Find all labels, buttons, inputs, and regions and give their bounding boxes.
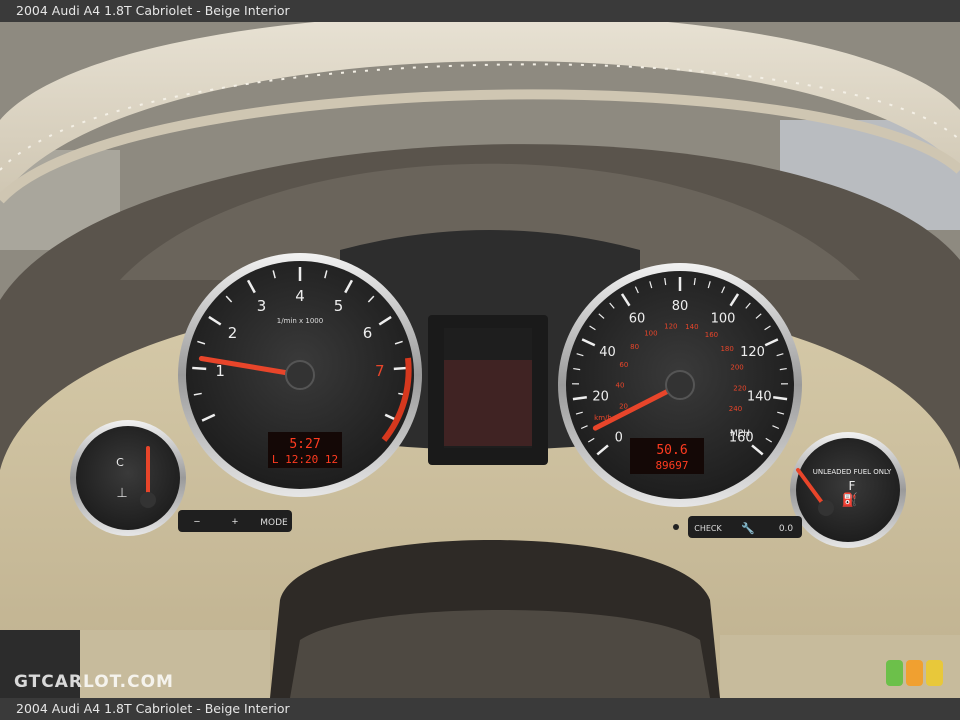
fuel-label: UNLEADED FUEL ONLY <box>813 468 892 476</box>
dimmer-knob[interactable] <box>673 524 679 530</box>
temp-face <box>76 426 180 530</box>
fuel-gauge: UNLEADED FUEL ONLY F ⛽ <box>790 432 906 548</box>
temp-hub <box>140 492 156 508</box>
fuel-hub <box>818 500 834 516</box>
speedo-kmh-label: 180 <box>720 345 733 353</box>
speedo-kmh-label: 100 <box>644 330 657 338</box>
coolant-icon: ⊥ <box>116 485 127 500</box>
lower-dash-right <box>720 635 960 698</box>
speedo-kmh-label: 220 <box>733 384 746 392</box>
speedo-mph-label: 20 <box>592 389 609 404</box>
speedo-kmh-label: 40 <box>616 382 625 390</box>
fuel-full-label: F <box>849 479 856 493</box>
speedo-kmh-label: 200 <box>730 363 743 371</box>
speedometer: 020406080100120140160 20406080100120 1401… <box>558 263 802 507</box>
tach-tick-label: 7 <box>375 362 385 380</box>
speedo-kmh-label: 140 <box>685 323 698 331</box>
fis-car-icon <box>444 360 532 446</box>
speedo-mph-label: 0 <box>615 430 623 445</box>
tach-tick-label: 4 <box>295 287 305 305</box>
plus-button[interactable]: + <box>232 516 238 528</box>
speedo-unit-mph: MPH <box>730 429 750 439</box>
speedo-mph-label: 140 <box>747 389 772 404</box>
tachometer: 1234567 1/min x 1000 5:27 L 12:20 12 <box>178 253 422 497</box>
tach-tick-label: 3 <box>257 297 267 315</box>
speedo-kmh-label: 120 <box>664 323 677 331</box>
speedo-kmh-label: 160 <box>705 331 718 339</box>
speedo-mph-label: 80 <box>672 299 689 314</box>
check-button[interactable]: CHECK <box>694 524 722 533</box>
temperature-gauge: C ⊥ <box>70 420 186 536</box>
fuel-pump-icon: ⛽ <box>842 492 858 507</box>
speedo-mph-label: 40 <box>599 345 616 360</box>
caption-top: 2004 Audi A4 1.8T Cabriolet - Beige Inte… <box>0 0 960 22</box>
mode-button[interactable]: MODE <box>260 518 288 528</box>
wrench-icon[interactable]: 🔧 <box>741 521 755 535</box>
tach-tick-label: 5 <box>334 297 344 315</box>
odometer: 89697 <box>655 459 688 472</box>
tach-tick <box>192 366 207 371</box>
rating-orange <box>906 660 923 686</box>
minus-button[interactable]: − <box>194 516 200 528</box>
tach-unit: 1/min x 1000 <box>277 317 323 325</box>
odo-reset-button[interactable]: 0.0 <box>779 524 794 534</box>
speedo-kmh-label: 80 <box>630 343 639 351</box>
tach-tick-label: 2 <box>228 324 238 342</box>
speedo-mph-label: 120 <box>740 345 765 360</box>
clock-readout: 5:27 <box>289 437 320 452</box>
rating-yellow <box>926 660 943 686</box>
tach-hub <box>285 360 315 390</box>
dashboard-illustration: 1234567 1/min x 1000 5:27 L 12:20 12 020… <box>0 22 960 698</box>
speedo-kmh-label: 240 <box>729 405 742 413</box>
caption-bottom: 2004 Audi A4 1.8T Cabriolet - Beige Inte… <box>0 698 960 720</box>
trip-odometer: 50.6 <box>656 443 687 458</box>
speedo-mph-label: 60 <box>629 312 646 327</box>
temp-low-label: C <box>116 456 124 469</box>
tach-tick-label: 6 <box>363 324 373 342</box>
speedo-hub <box>665 370 695 400</box>
speedo-mph-label: 100 <box>711 312 736 327</box>
rating-green <box>886 660 903 686</box>
column-cover <box>290 610 710 698</box>
speedo-kmh-label: 20 <box>619 402 628 410</box>
trip-readout: L 12:20 12 <box>272 453 338 466</box>
watermark-logo: GTCARLOT.COM <box>14 672 174 692</box>
speedo-kmh-label: 60 <box>619 361 628 369</box>
dashboard-photo: 1234567 1/min x 1000 5:27 L 12:20 12 0 20… <box>0 22 960 698</box>
